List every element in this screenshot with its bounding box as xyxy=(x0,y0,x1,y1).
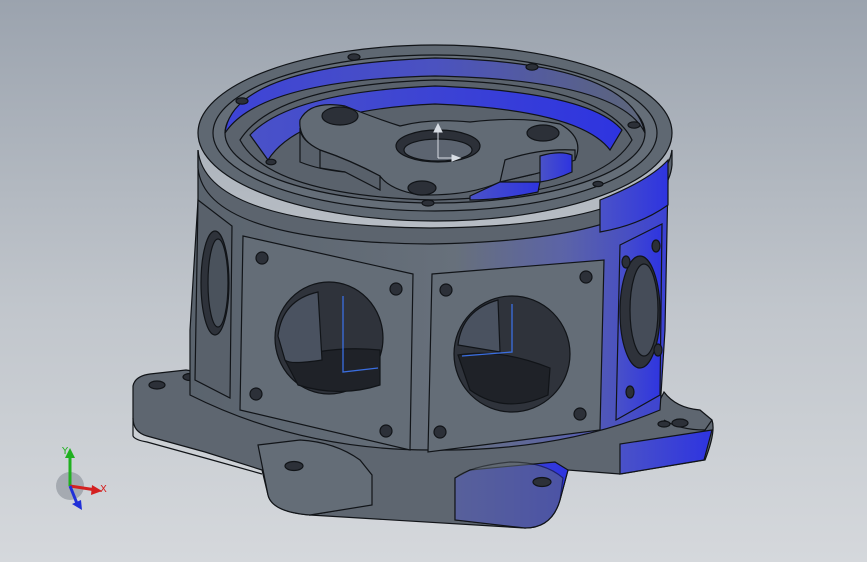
y-axis-label: Y xyxy=(61,446,69,457)
x-axis-label: X xyxy=(100,484,107,495)
graphics-viewport[interactable]: Y X xyxy=(0,0,867,562)
axis-triad[interactable]: Y X xyxy=(44,440,124,520)
3d-model-view[interactable] xyxy=(0,0,867,562)
